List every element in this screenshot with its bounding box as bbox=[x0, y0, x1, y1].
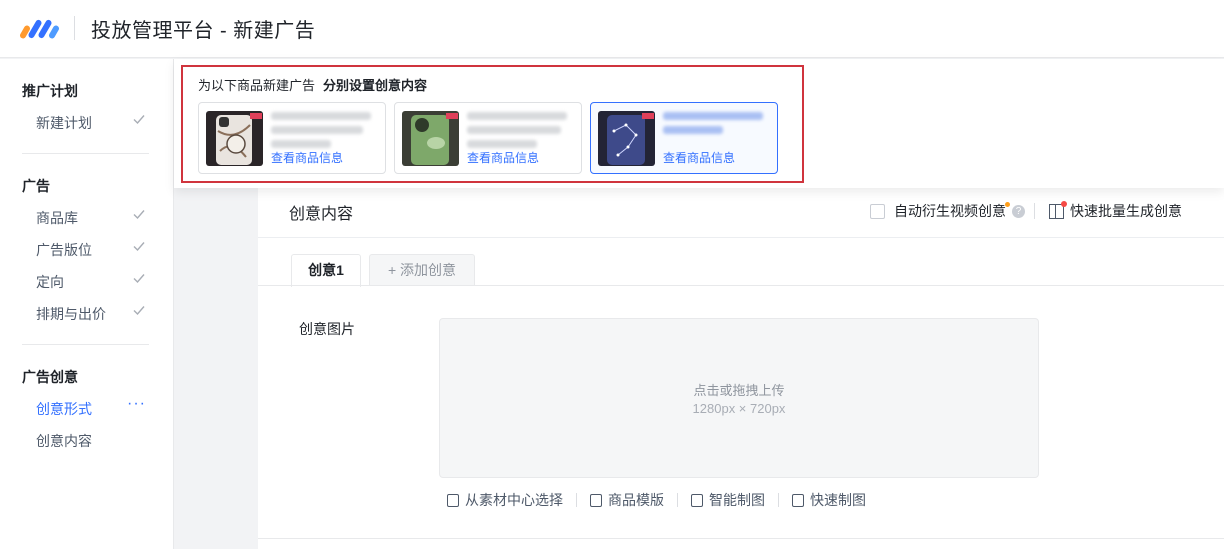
in-progress-icon: ··· bbox=[127, 395, 146, 412]
tool-label: 智能制图 bbox=[709, 492, 765, 508]
image-tools: 从素材中心选择 商品模版 智能制图 快速制图 bbox=[447, 490, 866, 510]
batch-generate-label: 快速批量生成创意 bbox=[1070, 203, 1182, 219]
sidebar-item-label: 创意内容 bbox=[36, 433, 92, 449]
sidebar-group-creative: 广告创意 bbox=[22, 369, 78, 385]
quick-image-icon bbox=[792, 493, 804, 507]
image-library-icon bbox=[447, 493, 459, 507]
tool-label: 从素材中心选择 bbox=[465, 492, 563, 508]
template-icon bbox=[590, 493, 602, 507]
sidebar-item-label: 商品库 bbox=[36, 210, 78, 226]
auto-video-option[interactable]: 自动衍生视频创意 ? bbox=[870, 201, 1025, 221]
batch-generate-icon bbox=[1049, 200, 1067, 219]
highlight-box bbox=[181, 65, 804, 183]
sidebar-item-label: 定向 bbox=[36, 274, 64, 290]
sidebar-group-plan: 推广计划 bbox=[22, 83, 78, 99]
tool-label: 快速制图 bbox=[810, 492, 866, 508]
tab-creative-1[interactable]: 创意1 bbox=[291, 254, 361, 287]
header-divider bbox=[1034, 203, 1035, 219]
upload-hint: 点击或拖拽上传 bbox=[693, 383, 785, 398]
new-dot-icon bbox=[1005, 201, 1010, 207]
sidebar-divider bbox=[22, 153, 149, 154]
card-title: 创意内容 bbox=[289, 206, 354, 223]
batch-generate-button[interactable]: 快速批量生成创意 bbox=[1049, 200, 1182, 221]
sidebar-item-creative-content[interactable]: 创意内容 bbox=[36, 431, 146, 451]
sidebar-item-targeting[interactable]: 定向 bbox=[36, 272, 146, 292]
creative-content-card: 创意内容 自动衍生视频创意 ? 快速批量生成创意 创意1 + 添加创意 创意图片… bbox=[258, 188, 1224, 549]
sidebar-item-creative-format[interactable]: 创意形式 ··· bbox=[36, 395, 146, 419]
sidebar-item-new-plan[interactable]: 新建计划 bbox=[36, 113, 146, 133]
auto-video-label: 自动衍生视频创意 bbox=[894, 203, 1006, 219]
quick-image-button[interactable]: 快速制图 bbox=[792, 490, 866, 510]
tool-label: 商品模版 bbox=[608, 492, 664, 508]
tabs-underline bbox=[258, 285, 1224, 286]
check-icon bbox=[133, 210, 145, 220]
sidebar-item-product-library[interactable]: 商品库 bbox=[36, 208, 146, 228]
upload-size-hint: 1280px × 720px bbox=[692, 401, 786, 416]
check-icon bbox=[133, 115, 145, 125]
sidebar-item-schedule-bid[interactable]: 排期与出价 bbox=[36, 304, 146, 324]
product-template-button[interactable]: 商品模版 bbox=[590, 490, 664, 510]
check-icon bbox=[133, 242, 145, 252]
ai-image-icon bbox=[691, 493, 703, 507]
page-title: 投放管理平台 - 新建广告 bbox=[91, 20, 316, 42]
check-icon bbox=[133, 274, 145, 284]
section-divider bbox=[258, 538, 1224, 539]
step-sidebar: 推广计划 新建计划 广告 商品库 广告版位 定向 排期与出价 广告创意 创意形式… bbox=[0, 59, 174, 549]
card-header: 创意内容 自动衍生视频创意 ? 快速批量生成创意 bbox=[258, 188, 1224, 238]
tool-divider bbox=[677, 493, 678, 507]
help-icon[interactable]: ? bbox=[1012, 204, 1025, 218]
image-upload-area[interactable]: 点击或拖拽上传 1280px × 720px bbox=[439, 318, 1039, 478]
sidebar-item-label: 新建计划 bbox=[36, 115, 92, 131]
sidebar-item-label: 排期与出价 bbox=[36, 306, 106, 322]
tab-add-creative[interactable]: + 添加创意 bbox=[369, 254, 475, 286]
creative-image-label: 创意图片 bbox=[299, 321, 355, 337]
sidebar-group-ad: 广告 bbox=[22, 178, 50, 194]
tool-divider bbox=[778, 493, 779, 507]
top-bar: 投放管理平台 - 新建广告 bbox=[0, 0, 1224, 58]
app-logo-icon bbox=[20, 19, 59, 39]
header-divider bbox=[74, 16, 75, 40]
tool-divider bbox=[576, 493, 577, 507]
auto-video-checkbox[interactable] bbox=[870, 203, 885, 219]
select-from-library-button[interactable]: 从素材中心选择 bbox=[447, 490, 563, 510]
badge-dot-icon bbox=[1061, 200, 1067, 207]
sidebar-item-label: 广告版位 bbox=[36, 242, 92, 258]
sidebar-divider bbox=[22, 344, 149, 345]
sidebar-item-ad-placement[interactable]: 广告版位 bbox=[36, 240, 146, 260]
sidebar-item-label: 创意形式 bbox=[36, 401, 92, 417]
ai-image-button[interactable]: 智能制图 bbox=[691, 490, 765, 510]
check-icon bbox=[133, 306, 145, 316]
